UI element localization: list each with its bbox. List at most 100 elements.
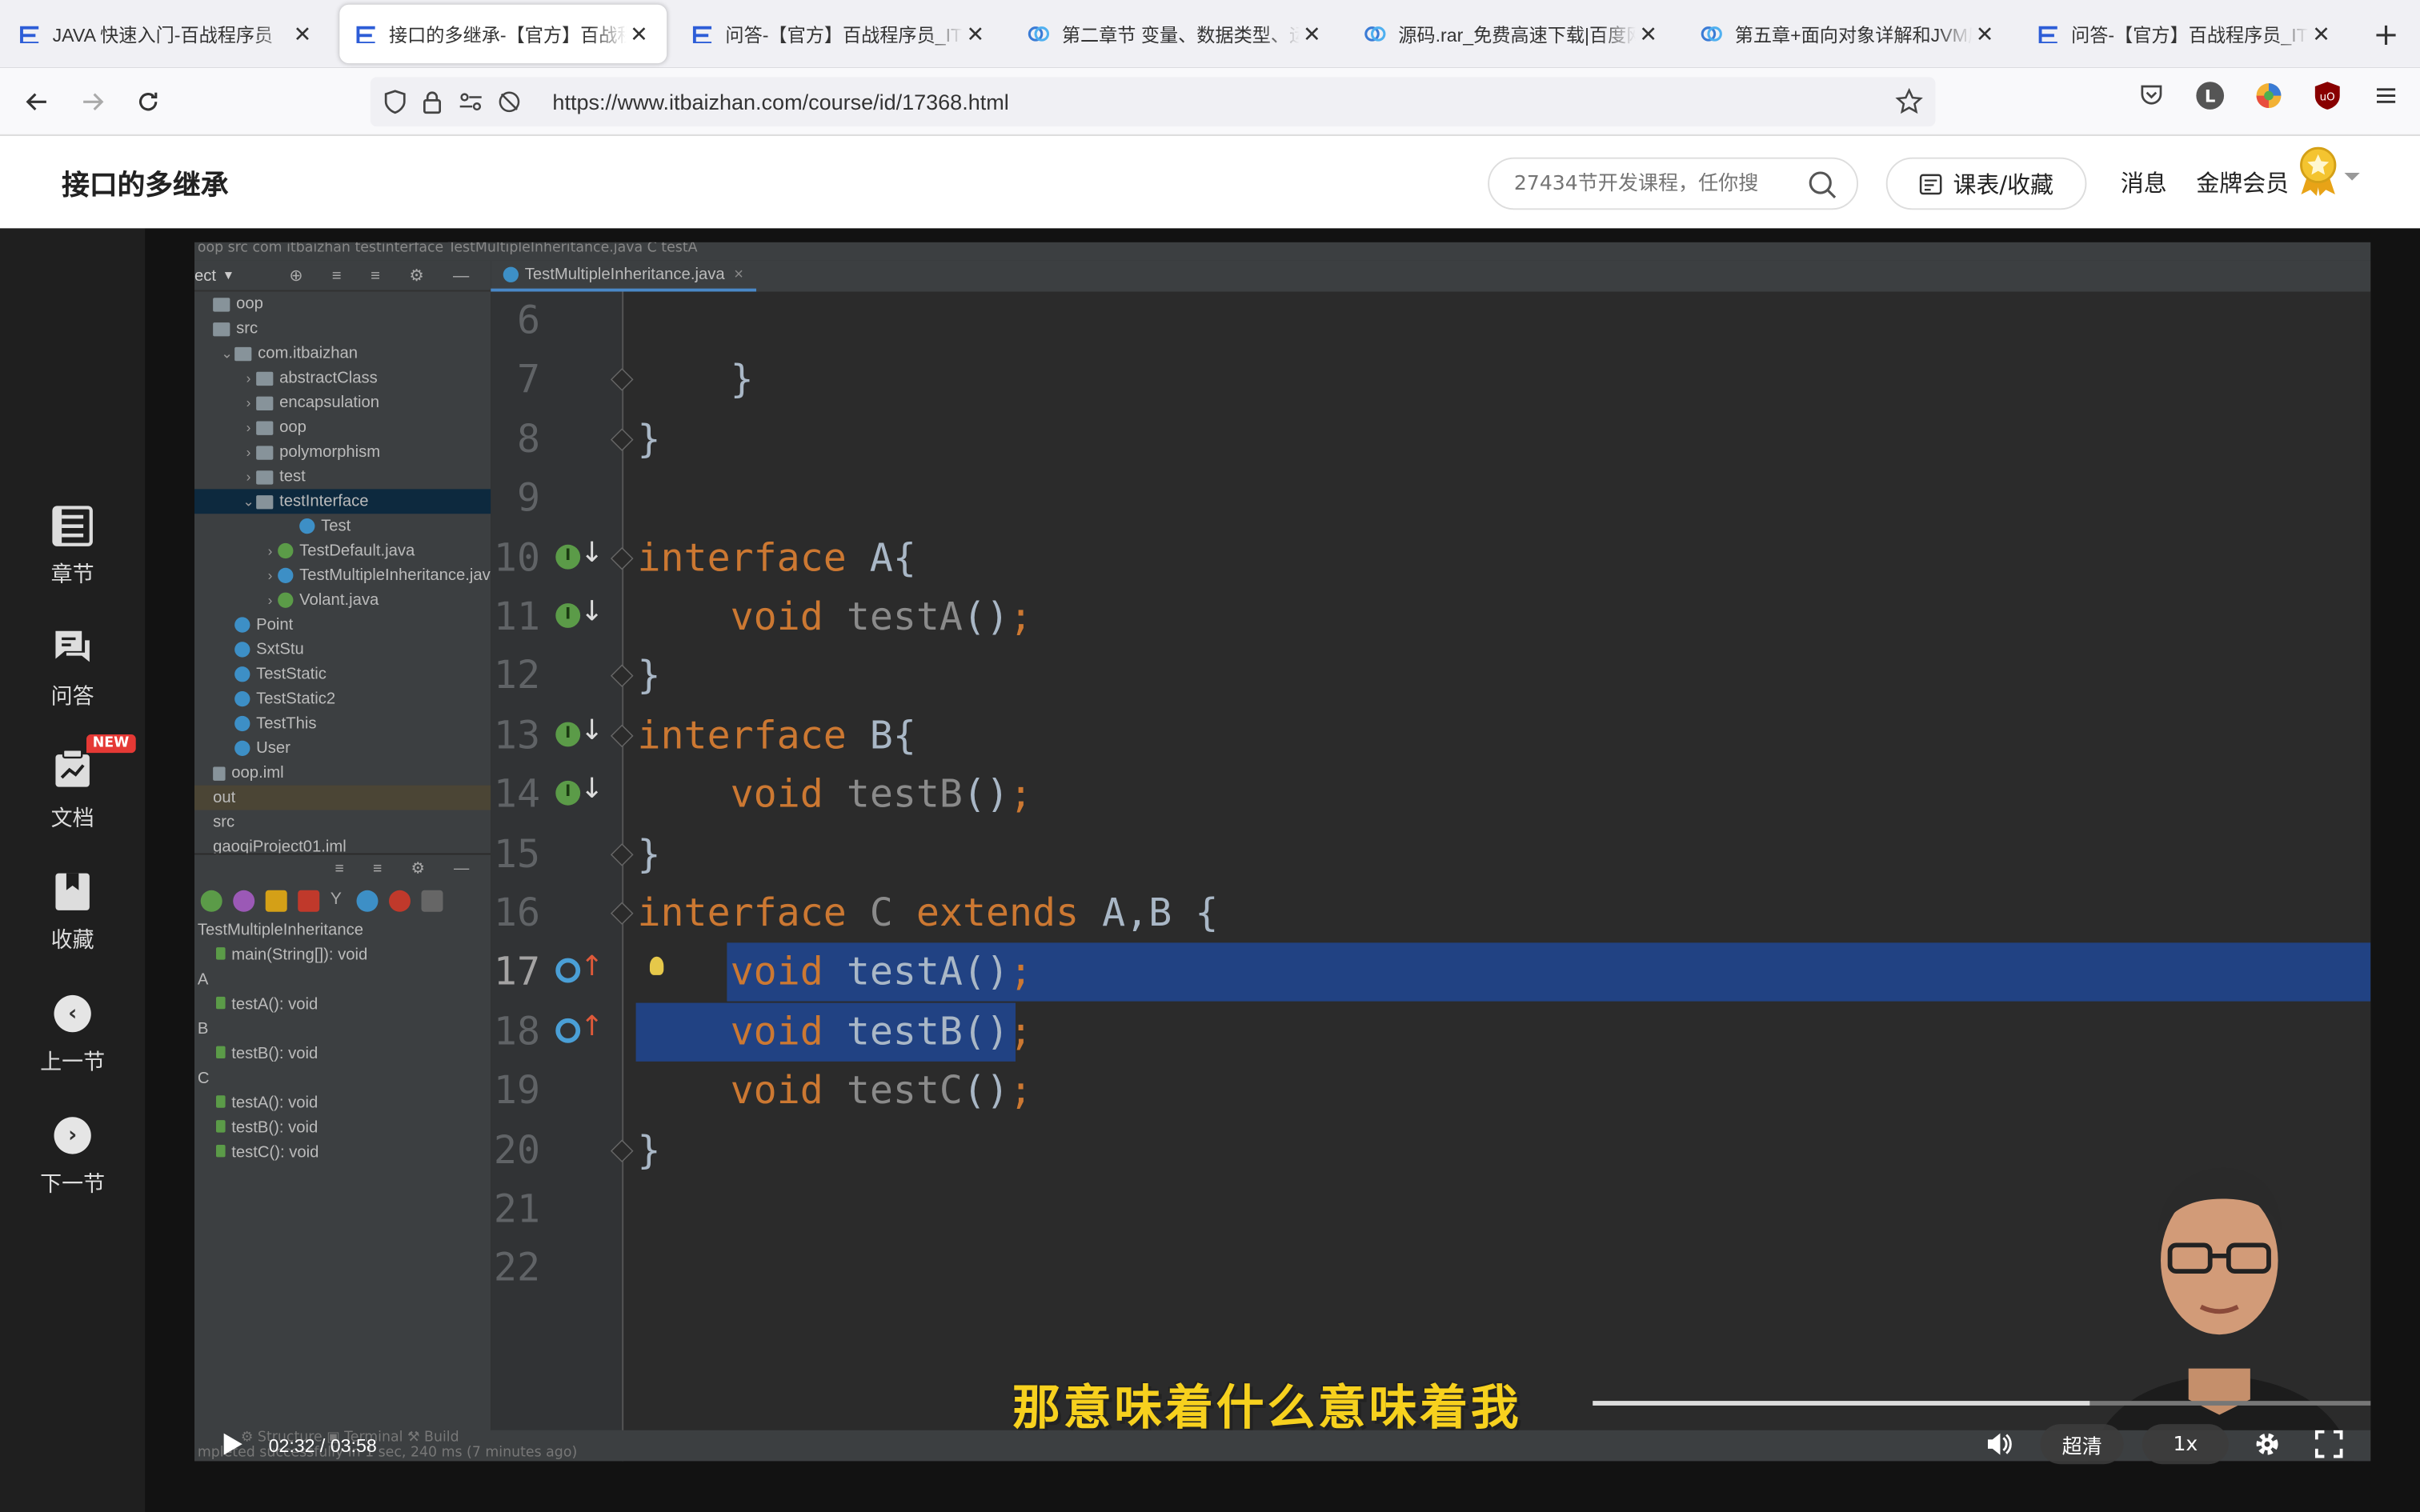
progress-bar[interactable] <box>1593 1401 2371 1406</box>
tree-expand-icon[interactable]: › <box>262 563 278 588</box>
tree-row[interactable]: › TestMultipleInheritance.jav <box>194 563 491 588</box>
browser-tab[interactable]: 第二章节 变量、数据类型、运算✕ <box>1012 5 1340 63</box>
code-line[interactable]: 18 ↑ void testB(); <box>491 1002 2370 1062</box>
colorful-extension-icon[interactable] <box>2250 77 2287 114</box>
fold-marker-icon[interactable] <box>610 842 634 866</box>
tree-row[interactable]: TestStatic <box>194 662 491 686</box>
tree-row[interactable]: › abstractClass <box>194 366 491 390</box>
tree-row[interactable]: › encapsulation <box>194 390 491 415</box>
search-icon[interactable] <box>1807 170 1838 206</box>
sidebar-item-docs[interactable]: NEW 文档 <box>0 734 145 833</box>
tree-row[interactable]: User <box>194 736 491 761</box>
sidebar-item-chapters[interactable]: 章节 <box>0 503 145 590</box>
fold-marker-icon[interactable] <box>610 1138 634 1162</box>
tree-row[interactable]: Point <box>194 613 491 638</box>
tree-row[interactable]: SxtStu <box>194 637 491 662</box>
overrides-gutter-icon[interactable] <box>555 958 581 984</box>
lock-icon[interactable] <box>420 90 445 114</box>
tree-row[interactable]: ⌄ com.itbaizhan <box>194 341 491 366</box>
implemented-gutter-icon[interactable]: I <box>555 603 581 628</box>
forward-button[interactable] <box>65 74 120 129</box>
shield-icon[interactable] <box>383 90 407 114</box>
tree-row[interactable]: › polymorphism <box>194 440 491 465</box>
close-tab-icon[interactable]: ✕ <box>963 21 988 47</box>
code-line[interactable]: 6 <box>491 291 2370 350</box>
structure-row[interactable]: testC(): void <box>194 1140 491 1165</box>
tree-row[interactable]: › oop <box>194 415 491 440</box>
code-line[interactable]: 15} <box>491 825 2370 883</box>
code-line[interactable]: 7 } <box>491 351 2370 410</box>
settings-button[interactable] <box>2254 1430 2282 1464</box>
tree-expand-icon[interactable]: › <box>241 464 256 489</box>
tree-expand-icon[interactable]: › <box>241 366 256 390</box>
close-tab-icon[interactable]: ✕ <box>627 21 651 47</box>
tree-row[interactable]: oop <box>194 291 491 316</box>
permissions-icon[interactable] <box>457 90 485 114</box>
browser-tab[interactable]: JAVA 快速入门-百战程序员 ✕ <box>3 5 331 63</box>
tree-row[interactable]: src <box>194 810 491 834</box>
autoplay-blocked-icon[interactable] <box>497 90 522 114</box>
ublock-origin-icon[interactable]: uO <box>2309 77 2346 114</box>
tree-row[interactable]: › Volant.java <box>194 588 491 613</box>
tree-row[interactable]: ⌄ testInterface <box>194 489 491 514</box>
implemented-gutter-icon[interactable]: I <box>555 781 581 806</box>
volume-button[interactable] <box>1985 1430 2013 1464</box>
code-line[interactable]: 19 void testC(); <box>491 1062 2370 1120</box>
address-bar[interactable]: https://www.itbaizhan.com/course/id/1736… <box>370 77 1936 127</box>
close-tab-icon[interactable]: ✕ <box>1973 21 1997 47</box>
structure-row[interactable]: testB(): void <box>194 1042 491 1066</box>
close-tab-icon[interactable]: ✕ <box>1636 21 1661 47</box>
structure-row[interactable]: A <box>194 967 491 992</box>
fold-marker-icon[interactable] <box>610 368 634 392</box>
back-button[interactable] <box>10 74 65 129</box>
browser-tab[interactable]: 接口的多继承-【官方】百战程序员✕ <box>339 4 667 64</box>
browser-tab[interactable]: 问答-【官方】百战程序员_IT在线✕ <box>676 5 1004 63</box>
tree-row[interactable]: › test <box>194 464 491 489</box>
editor-tab[interactable]: TestMultipleInheritance.java × <box>491 261 756 292</box>
code-line[interactable]: 10 I ↓ interface A{ <box>491 529 2370 587</box>
app-menu-icon[interactable] <box>2367 77 2404 114</box>
structure-row[interactable]: testB(): void <box>194 1115 491 1140</box>
search-input[interactable] <box>1513 172 1777 195</box>
tree-expand-icon[interactable]: › <box>241 415 256 440</box>
overrides-gutter-icon[interactable] <box>555 1018 581 1043</box>
close-tab-icon[interactable]: ✕ <box>1300 21 1324 47</box>
structure-row[interactable]: testA(): void <box>194 992 491 1017</box>
code-line[interactable]: 13 I ↓ interface B{ <box>491 706 2370 765</box>
tree-expand-icon[interactable]: › <box>262 538 278 563</box>
code-line[interactable]: 12} <box>491 647 2370 706</box>
code-line[interactable]: 8} <box>491 410 2370 469</box>
close-tab-icon[interactable]: ✕ <box>290 21 315 47</box>
fold-marker-icon[interactable] <box>610 427 634 451</box>
code-line[interactable]: 16 interface C extends A,B { <box>491 884 2370 942</box>
account-avatar[interactable]: L <box>2192 77 2229 114</box>
quality-button[interactable]: 超清 <box>2040 1424 2124 1465</box>
fold-marker-icon[interactable] <box>610 546 634 570</box>
tree-row[interactable]: TestStatic2 <box>194 686 491 711</box>
fold-marker-icon[interactable] <box>610 902 634 926</box>
tree-expand-icon[interactable]: ⌄ <box>219 341 234 366</box>
close-tab-icon[interactable]: ✕ <box>2309 21 2334 47</box>
structure-row[interactable]: TestMultipleInheritance <box>194 918 491 942</box>
tree-expand-icon[interactable]: › <box>262 588 278 613</box>
sidebar-item-prev[interactable]: ‹ 上一节 <box>0 990 145 1077</box>
pocket-icon[interactable] <box>2133 77 2170 114</box>
play-button[interactable] <box>222 1432 244 1457</box>
structure-row[interactable]: B <box>194 1017 491 1042</box>
browser-tab[interactable]: 第五章+面向对象详解和JVM底层✕ <box>1685 5 2013 63</box>
close-tab-icon[interactable]: × <box>734 266 743 284</box>
tree-expand-icon[interactable]: ⌄ <box>241 489 256 514</box>
url-text[interactable]: https://www.itbaizhan.com/course/id/1736… <box>552 90 1008 114</box>
video-player[interactable]: oop src com itbaizhan testinterface Test… <box>145 228 2420 1512</box>
sidebar-item-favorites[interactable]: 收藏 <box>0 869 145 955</box>
fold-marker-icon[interactable] <box>610 665 634 688</box>
sidebar-item-next[interactable]: › 下一节 <box>0 1112 145 1198</box>
new-tab-button[interactable]: + <box>2367 15 2404 52</box>
structure-row[interactable]: testA(): void <box>194 1090 491 1115</box>
tree-row[interactable]: Test <box>194 514 491 538</box>
implemented-gutter-icon[interactable]: I <box>555 544 581 569</box>
fold-marker-icon[interactable] <box>610 724 634 747</box>
reload-button[interactable] <box>120 74 175 129</box>
tree-row[interactable]: › TestDefault.java <box>194 538 491 563</box>
code-line[interactable]: 14 I ↓ void testB(); <box>491 766 2370 824</box>
